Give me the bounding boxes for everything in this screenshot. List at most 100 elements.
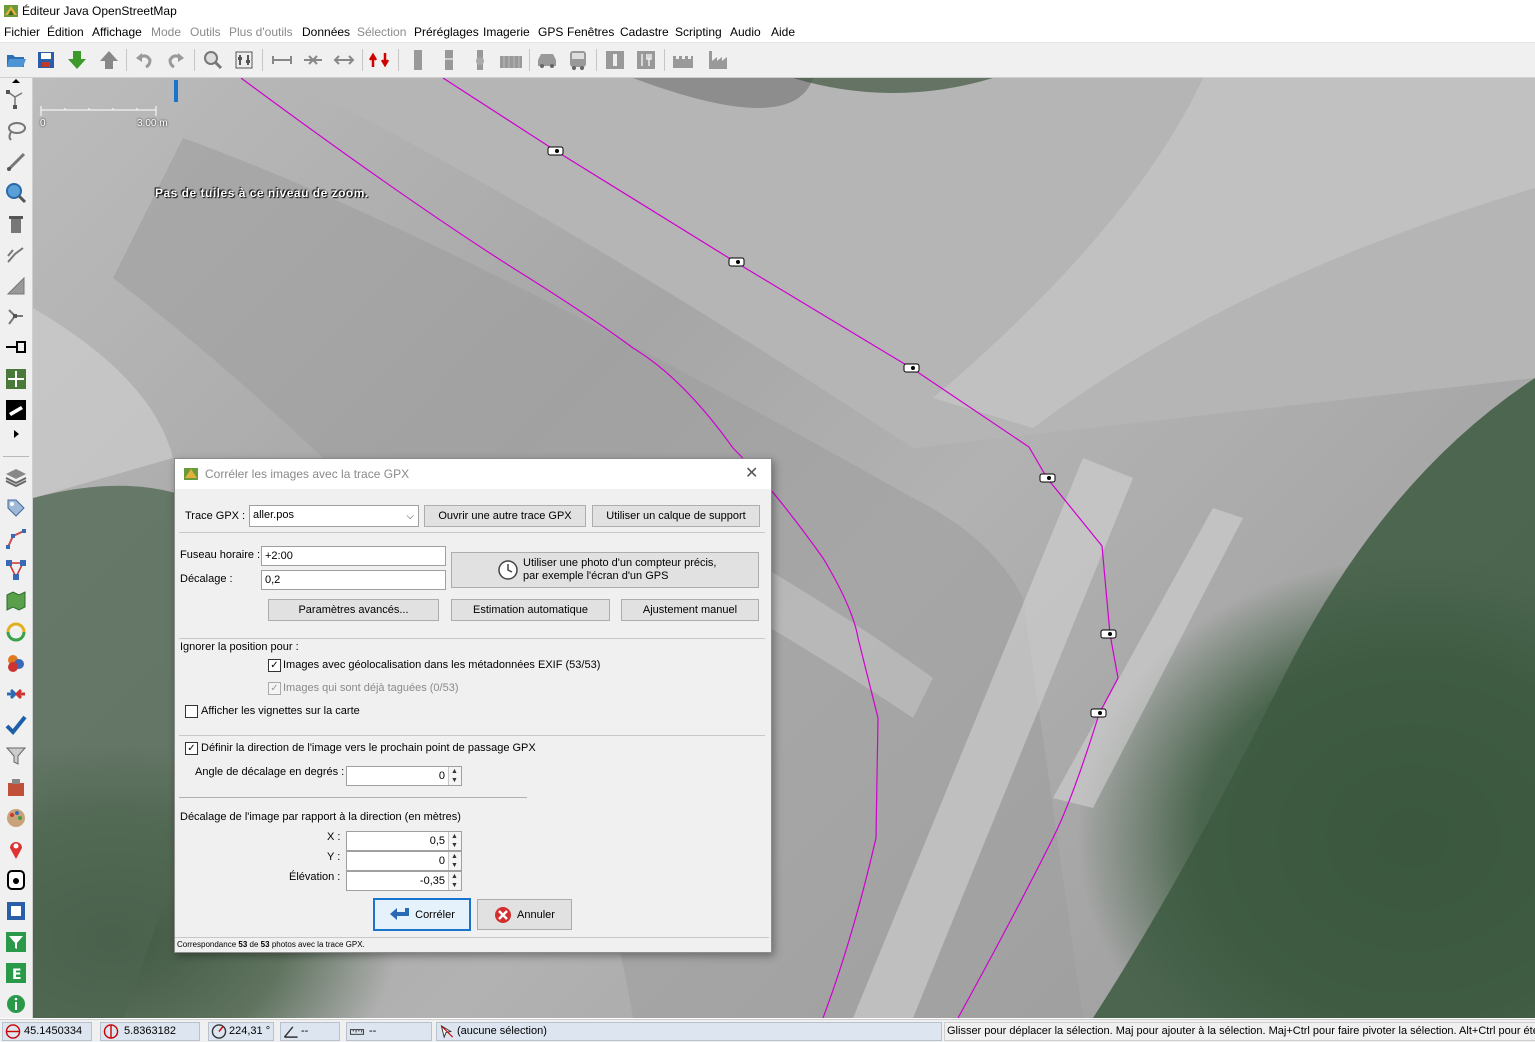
spinner-arrows-icon[interactable]: ▲ ▼ bbox=[448, 852, 461, 870]
preset-industrial-icon[interactable] bbox=[707, 47, 731, 73]
command-stack-icon[interactable] bbox=[4, 682, 28, 706]
open-file-icon[interactable] bbox=[4, 47, 28, 73]
zoom-icon[interactable] bbox=[201, 47, 225, 73]
menu-aide[interactable]: Aide bbox=[771, 25, 795, 39]
show-thumbnails-checkbox[interactable] bbox=[185, 705, 198, 718]
preset-bus-icon[interactable] bbox=[566, 47, 590, 73]
scroll-up-icon[interactable] bbox=[4, 76, 28, 86]
correlate-button[interactable]: Corréler bbox=[373, 898, 471, 931]
image-offset-icon[interactable] bbox=[4, 367, 28, 391]
extrude-mode-icon[interactable] bbox=[4, 274, 28, 298]
map-icon[interactable] bbox=[4, 589, 28, 613]
x-offset-spinner[interactable]: 0,5 ▲ ▼ bbox=[346, 831, 462, 851]
menu-prereglages[interactable]: Préréglages bbox=[414, 25, 479, 39]
plugin-e-icon[interactable]: E bbox=[4, 961, 28, 985]
open-other-gpx-button[interactable]: Ouvrir une autre trace GPX bbox=[424, 505, 586, 527]
align-horizontal-icon[interactable] bbox=[270, 47, 294, 73]
already-tagged-checkbox[interactable]: ✓ bbox=[268, 682, 281, 695]
preset-restaurant-icon[interactable] bbox=[634, 47, 658, 73]
layers-icon[interactable] bbox=[4, 465, 28, 489]
menu-gps[interactable]: GPS bbox=[538, 25, 563, 39]
advanced-settings-button[interactable]: Paramètres avancés... bbox=[268, 599, 439, 621]
tag-tool-icon[interactable] bbox=[4, 398, 28, 422]
delete-mode-icon[interactable] bbox=[4, 212, 28, 236]
notes-icon[interactable] bbox=[4, 837, 28, 861]
reverse-way-icon[interactable] bbox=[368, 47, 392, 73]
angle-offset-spinner[interactable]: 0 ▲ ▼ bbox=[346, 766, 462, 786]
use-support-layer-button[interactable]: Utiliser un calque de support bbox=[592, 505, 760, 527]
menu-affichage[interactable]: Affichage bbox=[92, 25, 142, 39]
tags-icon[interactable] bbox=[4, 496, 28, 520]
split-way-icon[interactable] bbox=[332, 47, 356, 73]
exif-geo-checkbox[interactable]: ✓ bbox=[268, 659, 281, 672]
y-offset-spinner[interactable]: 0 ▲ ▼ bbox=[346, 851, 462, 871]
filter-icon[interactable] bbox=[4, 744, 28, 768]
close-icon[interactable]: ✕ bbox=[745, 463, 758, 483]
preset-car-icon[interactable] bbox=[535, 47, 559, 73]
minimap-icon[interactable] bbox=[4, 899, 28, 923]
changeset-icon[interactable] bbox=[4, 775, 28, 799]
menu-fichier[interactable]: Fichier bbox=[4, 25, 40, 39]
geoimage-icon[interactable] bbox=[4, 868, 28, 892]
photo-clock-button[interactable]: Utiliser une photo d'un compteur précis,… bbox=[451, 552, 759, 588]
toolbar-more-icon[interactable] bbox=[4, 428, 28, 440]
menu-outils[interactable]: Outils bbox=[190, 25, 221, 39]
relations-icon[interactable] bbox=[4, 558, 28, 582]
menu-cadastre[interactable]: Cadastre bbox=[620, 25, 669, 39]
preset-barrier-icon[interactable] bbox=[406, 47, 430, 73]
map-paint-icon[interactable] bbox=[4, 336, 28, 360]
offset-label: Décalage : bbox=[180, 573, 233, 585]
undo-icon[interactable] bbox=[132, 47, 156, 73]
cancel-button[interactable]: Annuler bbox=[477, 899, 572, 930]
offset-field[interactable]: 0,2 bbox=[261, 570, 446, 590]
menu-selection[interactable]: Sélection bbox=[357, 25, 406, 39]
menu-edition[interactable]: Édition bbox=[47, 25, 84, 39]
upload-icon[interactable] bbox=[97, 47, 121, 73]
preset-crossing-icon[interactable] bbox=[499, 47, 523, 73]
preset-bollard-icon[interactable] bbox=[437, 47, 461, 73]
menu-donnees[interactable]: Données bbox=[302, 25, 350, 39]
combine-way-icon[interactable] bbox=[301, 47, 325, 73]
draw-mode-icon[interactable] bbox=[4, 150, 28, 174]
redo-icon[interactable] bbox=[164, 47, 188, 73]
elevation-offset-spinner[interactable]: -0,35 ▲ ▼ bbox=[346, 871, 462, 891]
zoom-mode-icon[interactable] bbox=[4, 181, 28, 205]
authors-icon[interactable] bbox=[4, 651, 28, 675]
select-mode-icon[interactable] bbox=[4, 88, 28, 112]
conflict-icon[interactable] bbox=[4, 620, 28, 644]
map-style-icon[interactable] bbox=[4, 806, 28, 830]
photo-marker[interactable] bbox=[1100, 629, 1117, 639]
improve-way-icon[interactable] bbox=[4, 305, 28, 329]
photo-marker[interactable] bbox=[547, 146, 564, 156]
manual-adjust-button[interactable]: Ajustement manuel bbox=[621, 599, 759, 621]
gpx-trace-select[interactable]: aller.pos ⌵ bbox=[249, 505, 419, 527]
preset-shop-icon[interactable] bbox=[603, 47, 627, 73]
photo-marker[interactable] bbox=[903, 363, 920, 373]
menu-fenetres[interactable]: Fenêtres bbox=[567, 25, 614, 39]
preset-castle-icon[interactable] bbox=[671, 47, 695, 73]
parallel-mode-icon[interactable] bbox=[4, 243, 28, 267]
save-icon[interactable] bbox=[34, 47, 58, 73]
menu-plus-outils[interactable]: Plus d'outils bbox=[229, 25, 293, 39]
photo-marker[interactable] bbox=[1039, 473, 1056, 483]
set-direction-checkbox[interactable]: ✓ bbox=[185, 742, 198, 755]
photo-marker[interactable] bbox=[728, 257, 745, 267]
preferences-icon[interactable] bbox=[232, 47, 256, 73]
validation-icon[interactable] bbox=[4, 713, 28, 737]
preset-post-icon[interactable] bbox=[468, 47, 492, 73]
menu-imagerie[interactable]: Imagerie bbox=[483, 25, 530, 39]
spinner-arrows-icon[interactable]: ▲ ▼ bbox=[448, 872, 461, 890]
info-icon[interactable] bbox=[4, 992, 28, 1016]
selection-list-icon[interactable] bbox=[4, 527, 28, 551]
download-icon[interactable] bbox=[65, 47, 89, 73]
spinner-arrows-icon[interactable]: ▲ ▼ bbox=[448, 832, 461, 850]
lasso-mode-icon[interactable] bbox=[4, 119, 28, 143]
spinner-arrows-icon[interactable]: ▲ ▼ bbox=[448, 767, 461, 785]
menu-audio[interactable]: Audio bbox=[730, 25, 761, 39]
photo-marker[interactable] bbox=[1090, 708, 1107, 718]
auto-estimate-button[interactable]: Estimation automatique bbox=[451, 599, 610, 621]
menu-scripting[interactable]: Scripting bbox=[675, 25, 722, 39]
menu-mode[interactable]: Mode bbox=[151, 25, 181, 39]
filter-dialog-icon[interactable] bbox=[4, 930, 28, 954]
timezone-field[interactable]: +2:00 bbox=[261, 546, 446, 566]
